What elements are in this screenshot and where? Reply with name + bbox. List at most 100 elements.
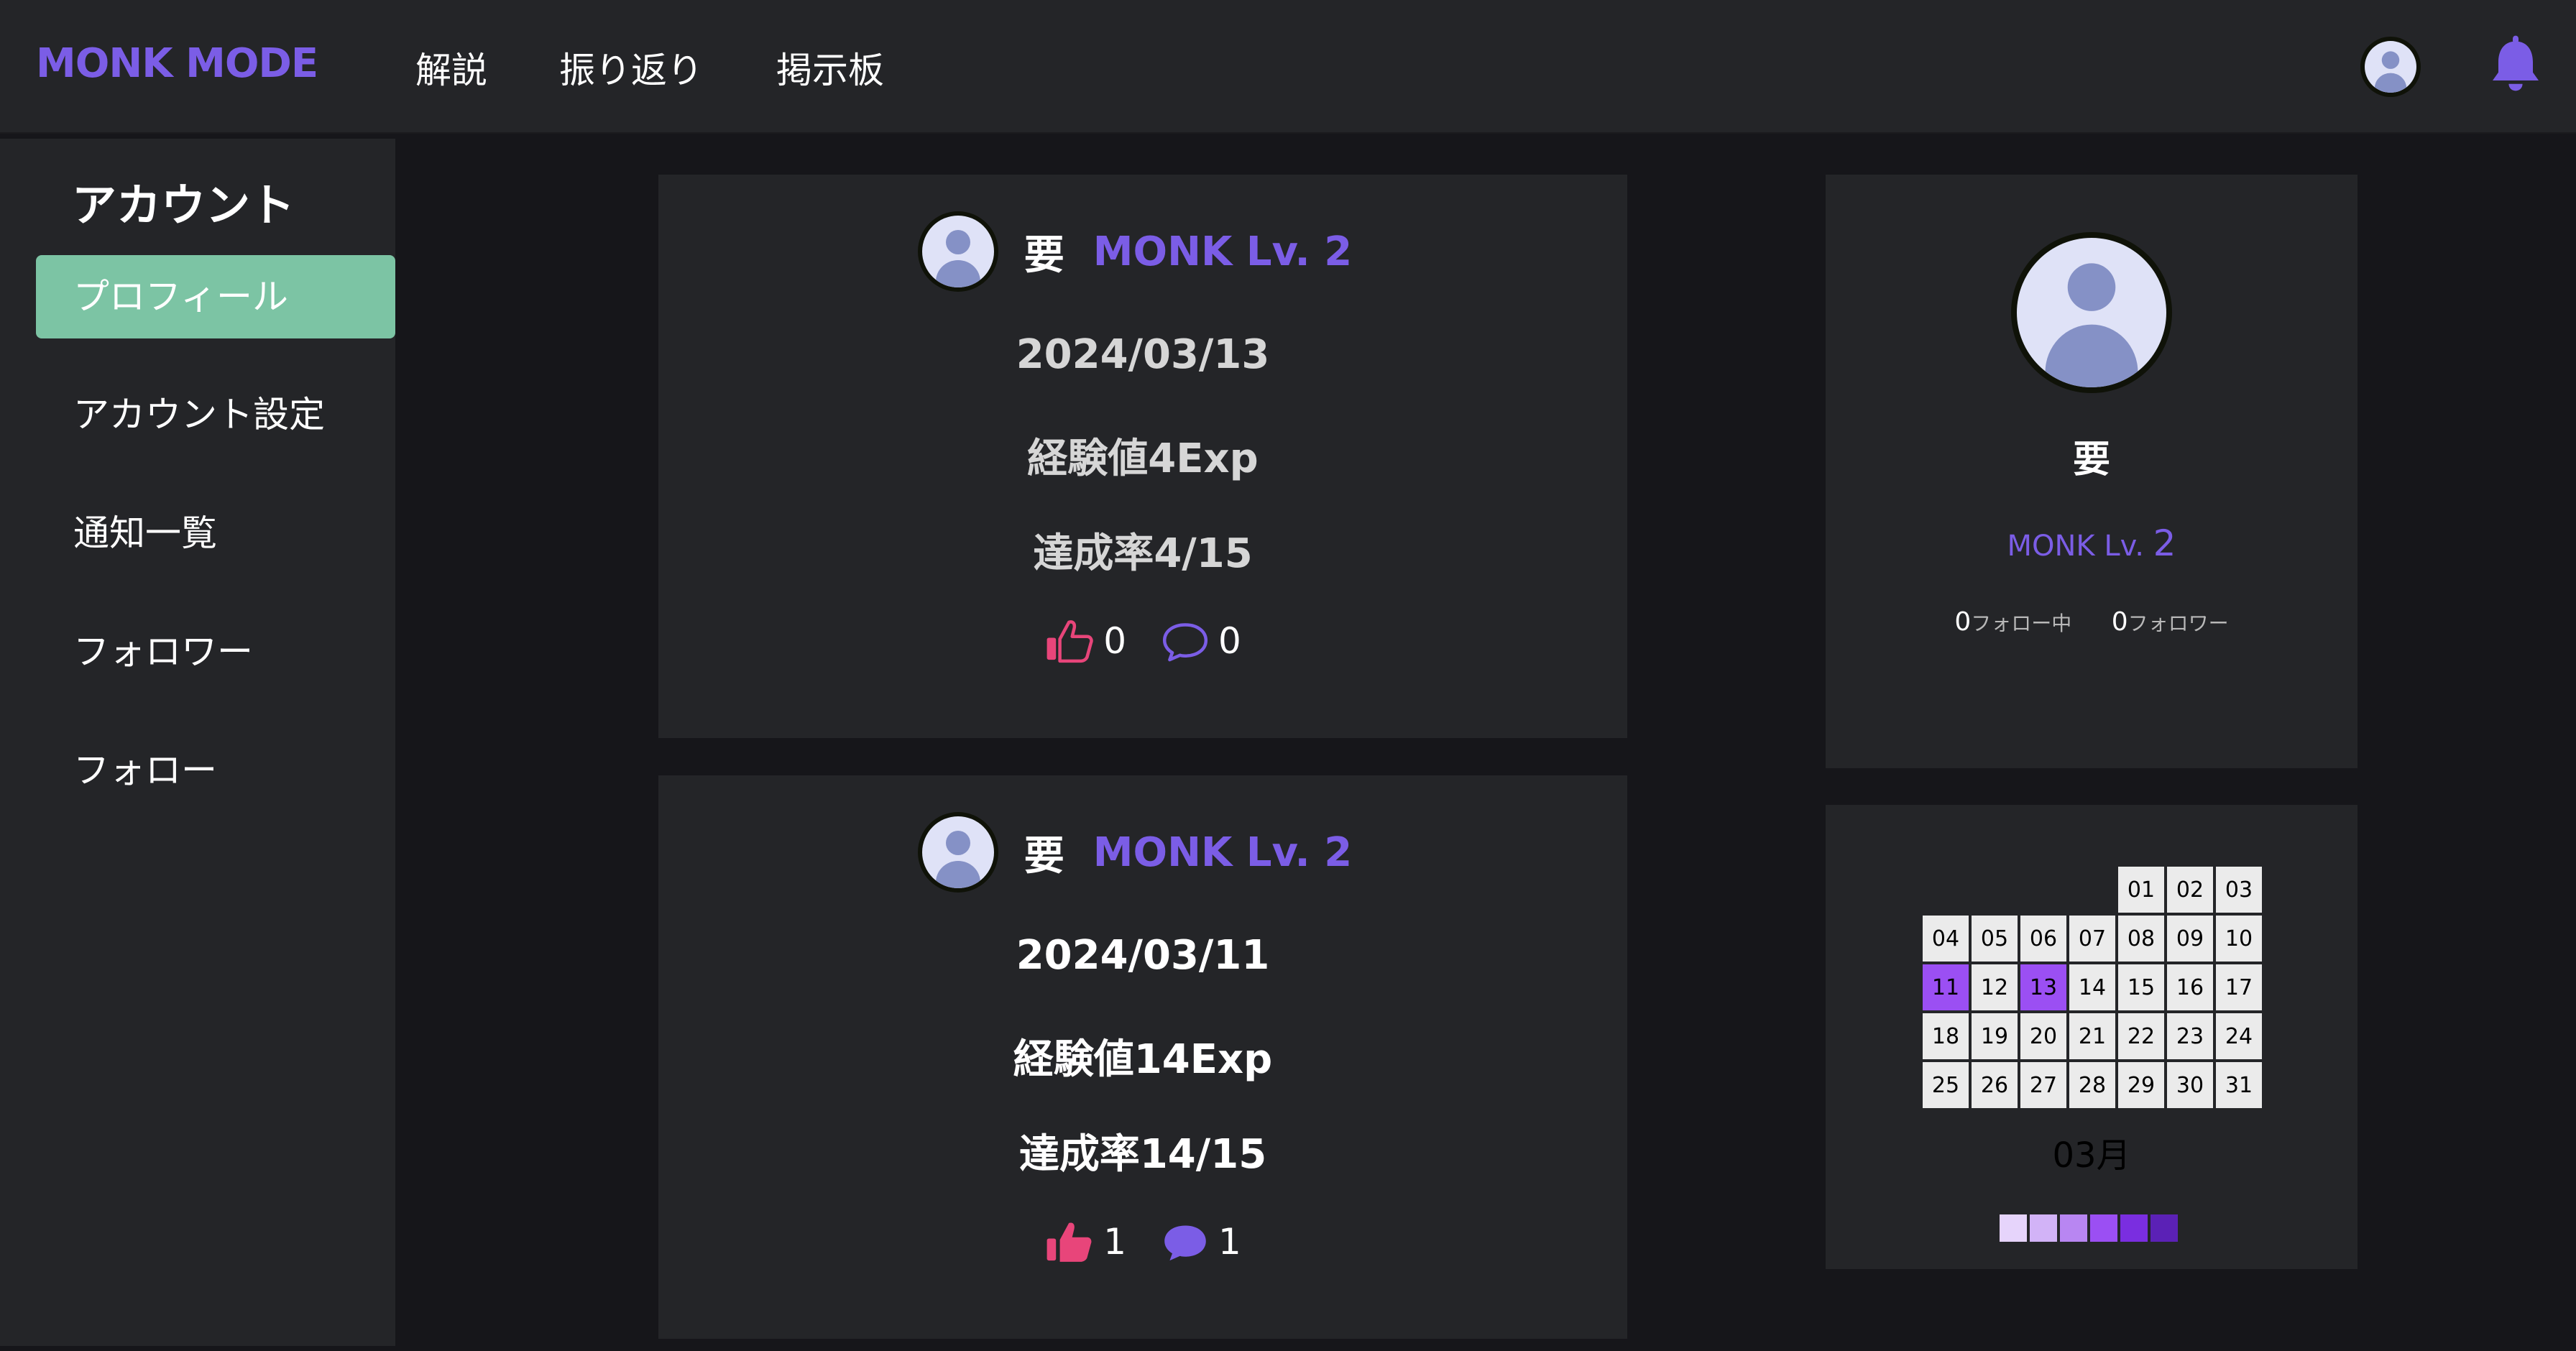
calendar-day-cell[interactable]: 15 (2118, 964, 2164, 1010)
calendar-day-cell[interactable]: 06 (2020, 916, 2066, 962)
like-count: 0 (1103, 620, 1126, 662)
calendar-day-cell[interactable]: 23 (2167, 1013, 2213, 1059)
nav-link-review[interactable]: 振り返り (559, 42, 703, 93)
calendar-day-cell[interactable]: 01 (2118, 867, 2164, 913)
post-username[interactable]: 要 (1024, 824, 1064, 882)
comment-button[interactable]: 0 (1159, 617, 1241, 665)
sidebar-item-followers[interactable]: フォロワー (36, 610, 395, 693)
calendar-day-cell[interactable]: 07 (2069, 916, 2115, 962)
calendar-day-cell[interactable]: 12 (1972, 964, 2018, 1010)
legend-swatch (2150, 1214, 2178, 1242)
following-label: フォロー中 (1971, 612, 2072, 635)
sidebar-item-profile[interactable]: プロフィール (36, 255, 395, 338)
sidebar-item-notifications[interactable]: 通知一覧 (36, 492, 395, 575)
post-date: 2024/03/13 (1016, 331, 1270, 378)
sidebar-item-following[interactable]: フォロー (36, 729, 395, 812)
legend-swatch (2120, 1214, 2148, 1242)
follow-stats: 0フォロー中 0フォロワー (1826, 607, 2358, 637)
calendar-day-cell[interactable]: 31 (2216, 1062, 2262, 1108)
bell-icon[interactable] (2487, 33, 2544, 93)
calendar-day-cell[interactable]: 28 (2069, 1062, 2115, 1108)
calendar-blank-cell (2069, 867, 2115, 913)
profile-level-number: 2 (2153, 522, 2176, 564)
post-card[interactable]: 要 MONK Lv. 2 2024/03/13 経験値4Exp 達成率4/15 … (658, 175, 1627, 738)
profile-level-prefix: MONK Lv. (2007, 530, 2144, 563)
brand-logo[interactable]: MONK MODE (36, 40, 318, 87)
comment-outline-icon (1162, 623, 1208, 662)
calendar-blank-cell (2020, 867, 2066, 913)
calendar-day-cell[interactable]: 17 (2216, 964, 2262, 1010)
calendar-day-cell[interactable]: 14 (2069, 964, 2115, 1010)
following-count: 0 (1954, 607, 1972, 637)
post-header: 要 MONK Lv. 2 (658, 211, 1627, 292)
thumbs-up-outline-icon (1046, 620, 1093, 663)
post-level: MONK Lv. 2 (1092, 228, 1353, 275)
calendar-day-cell[interactable]: 05 (1972, 916, 2018, 962)
top-navbar: MONK MODE 解説 振り返り 掲示板 (0, 0, 2576, 134)
post-achievement-rate: 達成率4/15 (1033, 530, 1253, 577)
calendar-day-cell[interactable]: 22 (2118, 1013, 2164, 1059)
calendar-day-cell[interactable]: 20 (2020, 1013, 2066, 1059)
like-count: 1 (1103, 1221, 1126, 1263)
activity-calendar-card: 01 02 03 04 05 06 07 08 09 10 11 12 13 14 15 16 17 18 19 20… (1826, 805, 2358, 1269)
calendar-day-cell[interactable]: 11 (1923, 964, 1969, 1010)
legend-swatch (2090, 1214, 2117, 1242)
like-button[interactable]: 0 (1044, 617, 1126, 665)
thumbs-up-filled-icon (1046, 1222, 1092, 1262)
post-stats: 1 1 (658, 1218, 1627, 1265)
calendar-day-cell[interactable]: 29 (2118, 1062, 2164, 1108)
post-exp: 経験値4Exp (1027, 435, 1259, 482)
following-link[interactable]: 0フォロー中 (1954, 607, 2079, 637)
post-avatar-icon[interactable] (917, 211, 998, 292)
legend-swatch (2060, 1214, 2087, 1242)
like-button[interactable]: 1 (1044, 1218, 1126, 1265)
account-sidebar: アカウント プロフィール アカウント設定 通知一覧 フォロワー フォロー (0, 139, 395, 1346)
calendar-day-cell[interactable]: 03 (2216, 867, 2262, 913)
post-stats: 0 0 (658, 617, 1627, 665)
followers-link[interactable]: 0フォロワー (2112, 607, 2229, 637)
calendar-grid: 01 02 03 04 05 06 07 08 09 10 11 12 13 14 15 16 17 18 19 20… (1923, 867, 2262, 1108)
calendar-day-cell[interactable]: 10 (2216, 916, 2262, 962)
post-username[interactable]: 要 (1024, 223, 1064, 281)
calendar-day-cell[interactable]: 24 (2216, 1013, 2262, 1059)
post-avatar-icon[interactable] (917, 812, 998, 893)
post-card[interactable]: 要 MONK Lv. 2 2024/03/11 経験値14Exp 達成率14/1… (658, 775, 1627, 1339)
post-achievement-rate: 達成率14/15 (1018, 1131, 1267, 1178)
calendar-day-cell[interactable]: 13 (2020, 964, 2066, 1010)
calendar-day-cell[interactable]: 16 (2167, 964, 2213, 1010)
profile-card: 要 MONK Lv. 2 0フォロー中 0フォロワー (1826, 175, 2358, 768)
post-level: MONK Lv. 2 (1092, 829, 1353, 876)
calendar-day-cell[interactable]: 30 (2167, 1062, 2213, 1108)
calendar-day-cell[interactable]: 02 (2167, 867, 2213, 913)
comment-count: 0 (1218, 620, 1241, 662)
post-header: 要 MONK Lv. 2 (658, 812, 1627, 893)
calendar-day-cell[interactable]: 19 (1972, 1013, 2018, 1059)
followers-label: フォロワー (2128, 612, 2229, 635)
calendar-day-cell[interactable]: 18 (1923, 1013, 1969, 1059)
user-avatar-icon[interactable] (2360, 37, 2421, 97)
calendar-legend (2000, 1214, 2178, 1242)
comment-count: 1 (1218, 1221, 1241, 1263)
calendar-day-cell[interactable]: 26 (1972, 1062, 2018, 1108)
nav-link-board[interactable]: 掲示板 (776, 42, 884, 93)
profile-avatar-icon[interactable] (2011, 232, 2172, 393)
sidebar-title: アカウント (72, 179, 295, 231)
calendar-day-cell[interactable]: 21 (2069, 1013, 2115, 1059)
calendar-day-cell[interactable]: 04 (1923, 916, 1969, 962)
calendar-day-cell[interactable]: 08 (2118, 916, 2164, 962)
profile-name: 要 (2072, 438, 2110, 481)
calendar-day-cell[interactable]: 25 (1923, 1062, 1969, 1108)
calendar-blank-cell (1923, 867, 1969, 913)
followers-count: 0 (2111, 607, 2128, 637)
comment-button[interactable]: 1 (1159, 1218, 1241, 1265)
calendar-blank-cell (1972, 867, 2018, 913)
legend-swatch (2030, 1214, 2057, 1242)
legend-swatch (2000, 1214, 2027, 1242)
comment-filled-icon (1164, 1225, 1206, 1261)
nav-link-guide[interactable]: 解説 (415, 42, 487, 93)
calendar-day-cell[interactable]: 27 (2020, 1062, 2066, 1108)
post-exp: 経験値14Exp (1013, 1036, 1273, 1083)
profile-level: MONK Lv. 2 (1826, 522, 2358, 564)
sidebar-item-account-settings[interactable]: アカウント設定 (36, 373, 395, 456)
calendar-day-cell[interactable]: 09 (2167, 916, 2213, 962)
